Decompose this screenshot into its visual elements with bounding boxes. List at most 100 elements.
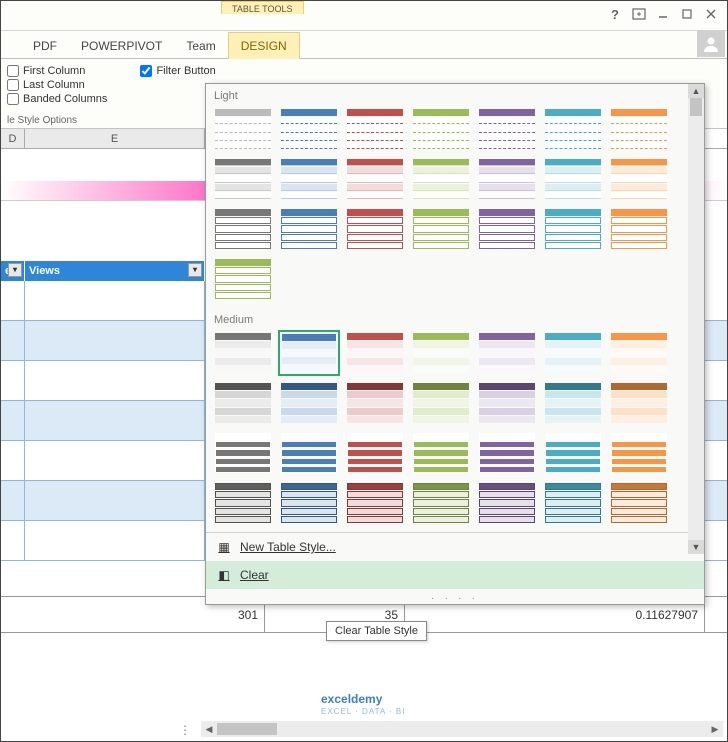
table-style-thumb[interactable] <box>476 106 538 152</box>
table-style-thumb[interactable] <box>608 430 670 476</box>
horizontal-scrollbar[interactable]: ◀ ▶ <box>201 721 723 737</box>
first-column-checkbox[interactable] <box>7 65 19 77</box>
gallery-section-light: Light <box>206 84 704 104</box>
table-style-thumb[interactable] <box>476 156 538 202</box>
col-header-e[interactable]: E <box>25 129 205 148</box>
scroll-left-icon[interactable]: ◀ <box>201 724 217 735</box>
table-style-thumb[interactable] <box>542 380 604 426</box>
table-style-thumb[interactable] <box>278 106 340 152</box>
gallery-scrollbar[interactable]: ▲ ▼ <box>688 84 704 554</box>
close-icon[interactable] <box>699 3 723 25</box>
table-style-thumb[interactable] <box>410 480 472 526</box>
table-style-thumb[interactable] <box>212 330 274 376</box>
table-style-thumb[interactable] <box>278 480 340 526</box>
table-style-thumb[interactable] <box>476 480 538 526</box>
window-controls: ? <box>603 3 723 25</box>
table-style-thumb[interactable] <box>278 380 340 426</box>
table-style-thumb[interactable] <box>542 480 604 526</box>
table-style-thumb[interactable] <box>608 380 670 426</box>
table-style-thumb[interactable] <box>344 430 406 476</box>
light-styles-grid <box>206 104 704 308</box>
table-style-thumb[interactable] <box>476 206 538 252</box>
contextual-tab-label: TABLE TOOLS <box>221 1 304 14</box>
table-style-thumb[interactable] <box>608 106 670 152</box>
table-style-thumb[interactable] <box>542 330 604 376</box>
user-avatar[interactable] <box>697 31 725 57</box>
table-style-thumb[interactable] <box>212 206 274 252</box>
table-style-thumb[interactable] <box>212 256 274 302</box>
table-style-thumb[interactable] <box>278 430 340 476</box>
filter-dropdown-icon[interactable]: ▾ <box>8 263 22 277</box>
table-style-thumb[interactable] <box>410 330 472 376</box>
table-header-views[interactable]: Views ▾ <box>25 261 205 281</box>
col-header-d[interactable]: D <box>1 129 25 148</box>
tab-powerpivot[interactable]: POWERPIVOT <box>69 33 174 58</box>
table-style-thumb[interactable] <box>344 330 406 376</box>
table-style-thumb[interactable] <box>476 430 538 476</box>
scroll-right-icon[interactable]: ▶ <box>707 724 723 735</box>
first-column-label: First Column <box>23 65 85 77</box>
filter-dropdown-icon[interactable]: ▾ <box>188 263 202 277</box>
table-style-thumb[interactable] <box>212 106 274 152</box>
gallery-section-medium: Medium <box>206 308 704 328</box>
table-style-thumb[interactable] <box>410 430 472 476</box>
tooltip: Clear Table Style <box>326 621 427 641</box>
table-style-thumb[interactable] <box>212 380 274 426</box>
last-column-label: Last Column <box>23 79 85 91</box>
resize-grip[interactable]: . . . . <box>206 589 704 604</box>
tab-design[interactable]: DESIGN <box>228 32 300 59</box>
scroll-up-icon[interactable]: ▲ <box>688 84 704 98</box>
table-style-thumb[interactable] <box>410 380 472 426</box>
sheet-gripper[interactable]: ⋮ <box>179 723 193 737</box>
table-style-thumb[interactable] <box>476 380 538 426</box>
table-style-thumb[interactable] <box>344 156 406 202</box>
table-style-thumb[interactable] <box>542 430 604 476</box>
table-style-thumb[interactable] <box>608 156 670 202</box>
table-style-thumb[interactable] <box>410 106 472 152</box>
table-style-thumb[interactable] <box>278 156 340 202</box>
medium-styles-grid <box>206 328 704 532</box>
table-style-thumb[interactable] <box>608 330 670 376</box>
banded-columns-checkbox[interactable] <box>7 93 19 105</box>
table-style-thumb[interactable] <box>278 330 340 376</box>
table-style-thumb[interactable] <box>344 206 406 252</box>
filter-button-checkbox[interactable] <box>140 65 152 77</box>
banded-columns-label: Banded Columns <box>23 93 107 105</box>
tab-pdf[interactable]: PDF <box>21 33 69 58</box>
gallery-footer: ▦ New Table Style... ◧ Clear <box>206 532 704 589</box>
table-style-gallery: Light Medium ▦ New Table Style... ◧ Clea… <box>205 83 705 605</box>
tab-team[interactable]: Team <box>174 33 227 58</box>
ribbon-display-icon[interactable] <box>627 3 651 25</box>
scroll-down-icon[interactable]: ▼ <box>688 540 704 554</box>
table-style-thumb[interactable] <box>476 330 538 376</box>
title-bar: TABLE TOOLS ? <box>1 1 727 31</box>
eraser-icon: ◧ <box>216 567 232 583</box>
table-style-thumb[interactable] <box>212 480 274 526</box>
watermark: exceldemy EXCEL · DATA · BI <box>321 692 405 717</box>
ribbon-group-label: le Style Options <box>7 115 77 126</box>
table-style-thumb[interactable] <box>542 206 604 252</box>
table-style-thumb[interactable] <box>542 106 604 152</box>
scroll-thumb[interactable] <box>690 98 702 116</box>
table-icon: ▦ <box>216 539 232 555</box>
filter-button-label: Filter Button <box>156 65 215 77</box>
table-style-thumb[interactable] <box>212 156 274 202</box>
help-icon[interactable]: ? <box>603 3 627 25</box>
table-style-thumb[interactable] <box>344 106 406 152</box>
table-style-thumb[interactable] <box>278 206 340 252</box>
table-header-e[interactable]: e ▾ <box>1 261 25 281</box>
table-style-thumb[interactable] <box>410 156 472 202</box>
table-style-thumb[interactable] <box>344 380 406 426</box>
minimize-icon[interactable] <box>651 3 675 25</box>
clear-action[interactable]: ◧ Clear <box>206 561 704 589</box>
last-column-checkbox[interactable] <box>7 79 19 91</box>
table-style-thumb[interactable] <box>344 480 406 526</box>
table-style-thumb[interactable] <box>608 206 670 252</box>
table-style-thumb[interactable] <box>212 430 274 476</box>
new-table-style-action[interactable]: ▦ New Table Style... <box>206 533 704 561</box>
table-style-thumb[interactable] <box>608 480 670 526</box>
table-style-thumb[interactable] <box>542 156 604 202</box>
maximize-icon[interactable] <box>675 3 699 25</box>
hscroll-thumb[interactable] <box>217 723 277 735</box>
table-style-thumb[interactable] <box>410 206 472 252</box>
